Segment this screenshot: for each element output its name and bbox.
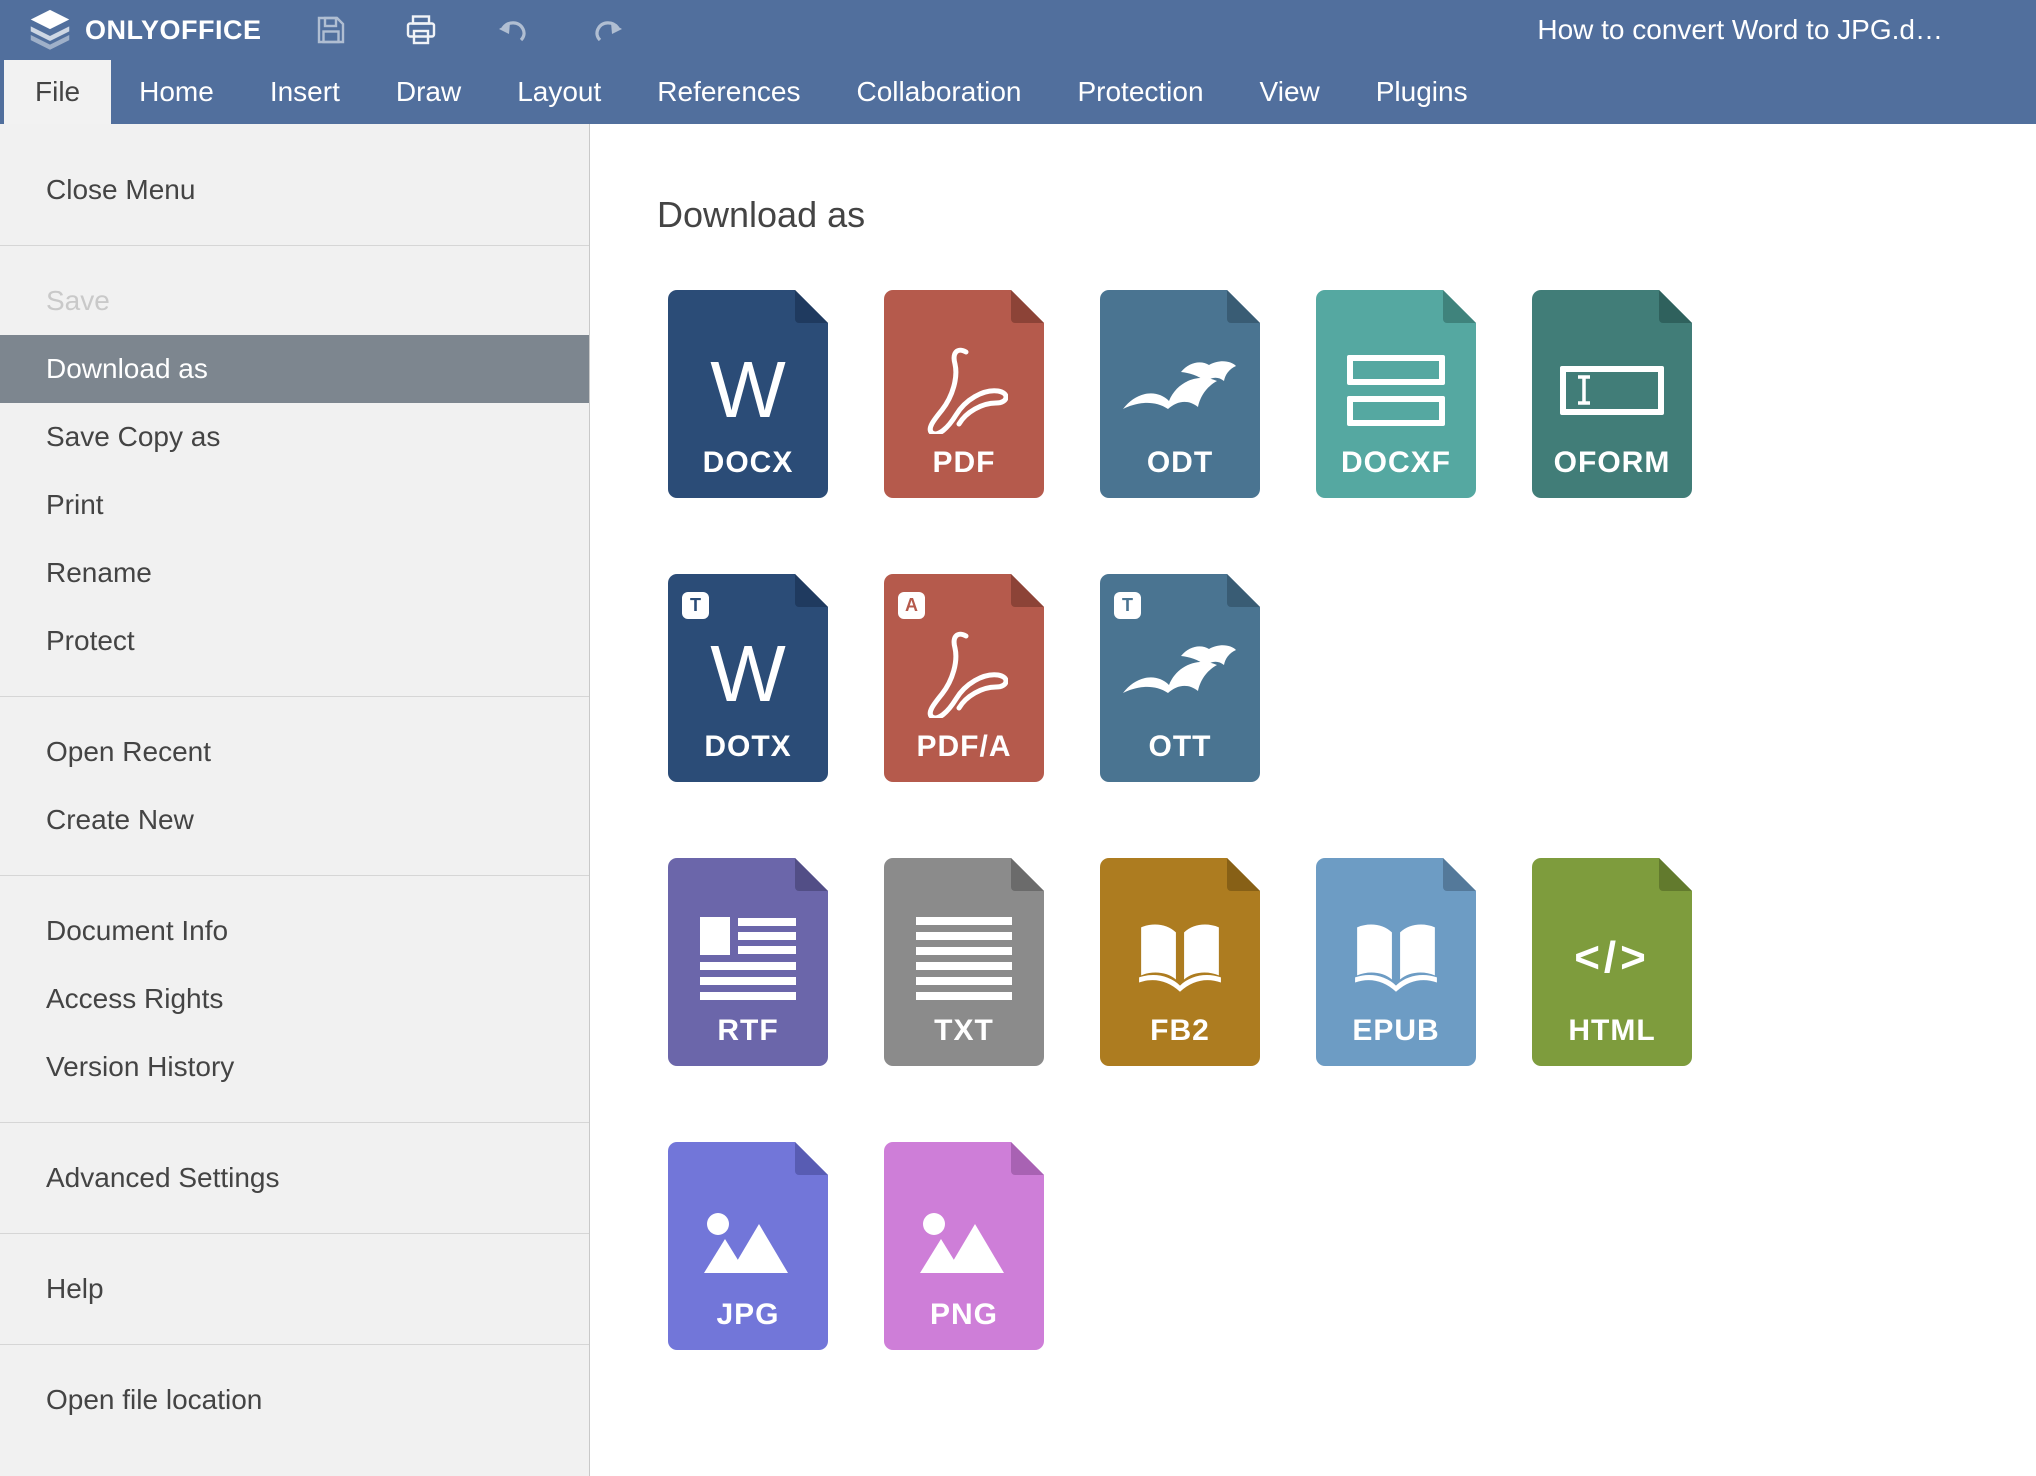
word-w-glyph: W	[710, 345, 786, 434]
undo-icon[interactable]	[497, 14, 529, 46]
download-as-panel: Download as W DOCX PDF ODT DOCXF OFORM T…	[591, 124, 2036, 1476]
menu-item-download-as[interactable]: Download as	[0, 335, 589, 403]
format-tile-dotx[interactable]: T W DOTX	[668, 574, 828, 782]
redo-icon[interactable]	[592, 14, 624, 46]
format-tile-rtf[interactable]: RTF	[668, 858, 828, 1066]
menu-divider	[0, 1233, 589, 1234]
menu-divider	[0, 1344, 589, 1345]
menu-item-print[interactable]: Print	[0, 471, 589, 539]
format-tile-pdf[interactable]: PDF	[884, 290, 1044, 498]
menu-item-version-history[interactable]: Version History	[0, 1033, 589, 1101]
form-fields-glyph	[1316, 320, 1476, 460]
format-label: FB2	[1150, 1014, 1210, 1047]
menu-divider	[0, 245, 589, 246]
format-label: ODT	[1146, 446, 1214, 479]
tab-plugins[interactable]: Plugins	[1348, 60, 1496, 124]
format-tile-pdfa[interactable]: A PDF/A	[884, 574, 1044, 782]
menu-item-protect[interactable]: Protect	[0, 607, 589, 675]
tab-file[interactable]: File	[4, 60, 112, 124]
format-tile-epub[interactable]: EPUB	[1316, 858, 1476, 1066]
format-tile-txt[interactable]: TXT	[884, 858, 1044, 1066]
format-label: RTF	[717, 1014, 779, 1047]
format-tile-jpg[interactable]: JPG	[668, 1142, 828, 1350]
format-label: PNG	[929, 1298, 998, 1331]
format-label: DOCX	[702, 446, 794, 479]
layers-icon	[30, 9, 70, 50]
menu-item-access-rights[interactable]: Access Rights	[0, 965, 589, 1033]
tab-view[interactable]: View	[1232, 60, 1348, 124]
acrobat-glyph	[884, 320, 1044, 460]
menu-item-open-recent[interactable]: Open Recent	[0, 718, 589, 786]
menu-item-close-menu[interactable]: Close Menu	[0, 156, 589, 224]
menu-item-rename[interactable]: Rename	[0, 539, 589, 607]
format-tile-odt[interactable]: ODT	[1100, 290, 1260, 498]
menu-item-save-copy-as[interactable]: Save Copy as	[0, 403, 589, 471]
acrobat-glyph	[884, 604, 1044, 744]
text-lines-glyph	[884, 888, 1044, 1028]
logo-wordmark: ONLYOFFICE	[85, 14, 262, 45]
format-label: OTT	[1148, 730, 1212, 763]
tab-protection[interactable]: Protection	[1049, 60, 1231, 124]
format-grid: W DOCX PDF ODT DOCXF OFORM T W DOTX A PD…	[668, 290, 1692, 1350]
document-title[interactable]: How to convert Word to JPG.d…	[1537, 0, 1943, 60]
format-tile-html[interactable]: </> HTML	[1532, 858, 1692, 1066]
format-tile-fb2[interactable]: FB2	[1100, 858, 1260, 1066]
menu-item-open-file-location[interactable]: Open file location	[0, 1366, 589, 1434]
tab-collaboration[interactable]: Collaboration	[828, 60, 1049, 124]
format-tile-png[interactable]: PNG	[884, 1142, 1044, 1350]
gulls-glyph	[1100, 604, 1260, 744]
menu-divider	[0, 696, 589, 697]
format-label: EPUB	[1352, 1014, 1440, 1047]
top-toolbar: ONLYOFFICE How to convert Word to JPG.d…	[0, 0, 2036, 60]
menu-item-advanced-settings[interactable]: Advanced Settings	[0, 1144, 589, 1212]
format-label: JPG	[716, 1298, 780, 1331]
open-book-glyph	[1100, 888, 1260, 1028]
print-icon[interactable]	[405, 14, 437, 46]
tab-insert[interactable]: Insert	[242, 60, 368, 124]
format-tile-docx[interactable]: W DOCX	[668, 290, 828, 498]
app-header: ONLYOFFICE How to convert Word to JPG.d……	[0, 0, 2036, 124]
format-label: HTML	[1568, 1014, 1656, 1047]
format-tile-ott[interactable]: T OTT	[1100, 574, 1260, 782]
menu-divider	[0, 875, 589, 876]
file-menu-sidebar: Close Menu Save Download as Save Copy as…	[0, 124, 590, 1476]
format-label: PDF	[932, 446, 996, 479]
word-w-glyph: W	[710, 629, 786, 718]
tab-layout[interactable]: Layout	[489, 60, 629, 124]
menu-divider	[0, 1122, 589, 1123]
tab-references[interactable]: References	[629, 60, 828, 124]
form-cursor-glyph	[1532, 320, 1692, 460]
rich-text-lines-glyph	[668, 888, 828, 1028]
open-book-glyph	[1316, 888, 1476, 1028]
tab-home[interactable]: Home	[111, 60, 242, 124]
menu-item-help[interactable]: Help	[0, 1255, 589, 1323]
menu-item-document-info[interactable]: Document Info	[0, 897, 589, 965]
gulls-glyph	[1100, 320, 1260, 460]
ribbon-tab-bar: File Home Insert Draw Layout References …	[0, 60, 2036, 124]
image-glyph	[668, 1172, 828, 1312]
menu-item-save: Save	[46, 285, 110, 316]
format-label: OFORM	[1553, 446, 1671, 479]
image-glyph	[884, 1172, 1044, 1312]
code-glyph: </>	[1574, 933, 1650, 982]
format-label: DOTX	[704, 730, 792, 763]
format-tile-oform[interactable]: OFORM	[1532, 290, 1692, 498]
format-label: PDF/A	[916, 730, 1012, 763]
menu-item-create-new[interactable]: Create New	[0, 786, 589, 854]
format-label: DOCXF	[1341, 446, 1451, 479]
save-icon[interactable]	[315, 14, 347, 46]
format-tile-docxf[interactable]: DOCXF	[1316, 290, 1476, 498]
panel-title: Download as	[657, 194, 866, 235]
onlyoffice-logo: ONLYOFFICE	[28, 8, 262, 52]
format-label: TXT	[934, 1014, 994, 1047]
tab-draw[interactable]: Draw	[368, 60, 489, 124]
